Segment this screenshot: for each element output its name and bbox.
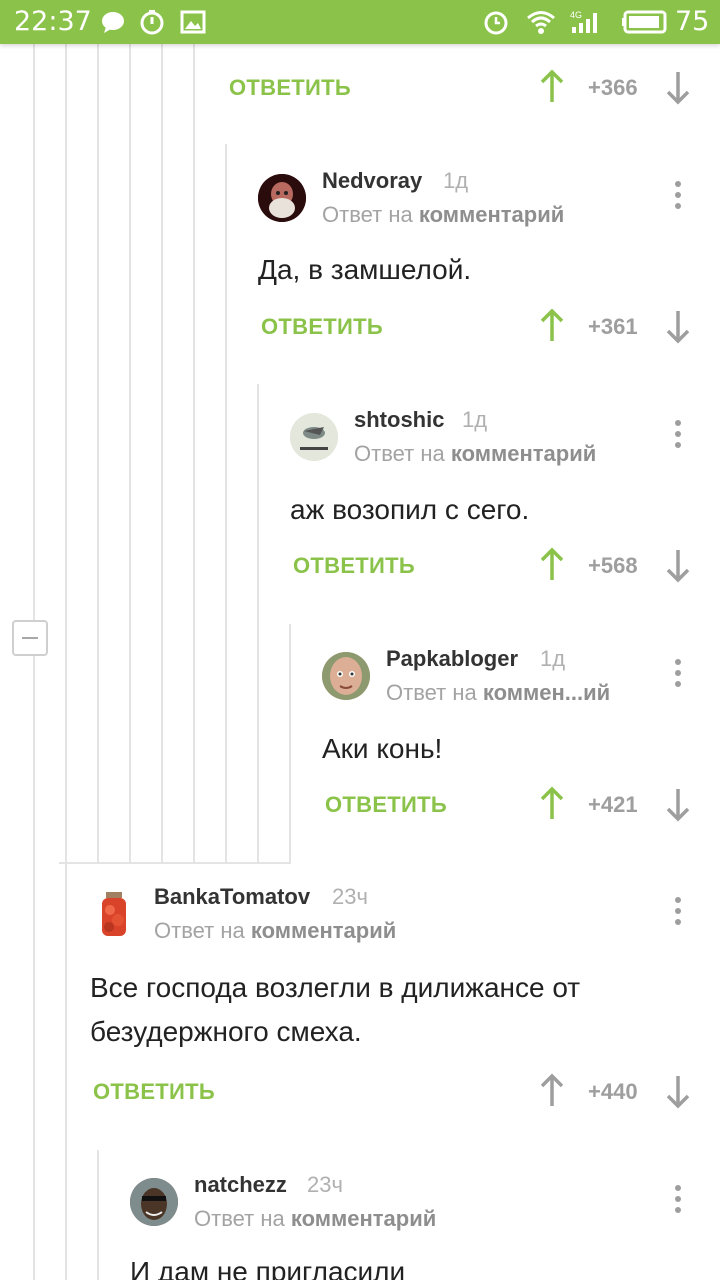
thread-line — [257, 384, 259, 862]
vote-score: +440 — [588, 1079, 638, 1104]
username[interactable]: Nedvoray — [322, 168, 422, 194]
avatar[interactable] — [90, 890, 138, 938]
battery-percent: 75 — [675, 6, 710, 37]
more-options-icon[interactable] — [674, 897, 682, 931]
reply-to[interactable]: Ответ на коммен...ий — [386, 680, 610, 706]
username[interactable]: BankaTomatov — [154, 884, 310, 910]
upvote-icon[interactable] — [538, 69, 566, 105]
thread-line — [65, 1150, 67, 1280]
vote-score: +421 — [588, 792, 638, 817]
message-icon — [102, 12, 124, 33]
more-options-icon[interactable] — [674, 420, 682, 454]
thread-line — [193, 44, 195, 862]
comment-age: 1д — [462, 407, 488, 432]
thread-line — [65, 44, 67, 1280]
comment-text: Все господа возлегли в дилижансе от безу… — [90, 972, 581, 1047]
thread-line — [289, 624, 291, 862]
battery-icon — [622, 10, 667, 34]
collapse-thread-button[interactable] — [12, 620, 48, 656]
downvote-icon[interactable] — [664, 786, 692, 822]
image-icon — [180, 10, 206, 34]
vote-score: +366 — [588, 75, 638, 100]
reply-button[interactable]: ОТВЕТИТЬ — [325, 792, 447, 818]
avatar[interactable] — [322, 652, 370, 700]
thread-line — [97, 1150, 99, 1280]
more-options-icon[interactable] — [674, 659, 682, 693]
status-bar: 22:37 4G 75 — [0, 0, 720, 44]
comment-text: Аки конь! — [322, 733, 443, 764]
upvote-icon[interactable] — [538, 1073, 566, 1109]
more-options-icon[interactable] — [674, 181, 682, 215]
avatar[interactable] — [258, 174, 306, 222]
downvote-icon[interactable] — [664, 1073, 692, 1109]
avatar[interactable] — [130, 1178, 178, 1226]
reply-button[interactable]: ОТВЕТИТЬ — [229, 75, 351, 101]
timer-icon — [140, 10, 164, 35]
reply-button[interactable]: ОТВЕТИТЬ — [293, 553, 415, 579]
comments-thread[interactable]: ОТВЕТИТЬ +366 Nedvoray 1д Ответ на комме… — [0, 44, 720, 1280]
downvote-icon[interactable] — [664, 69, 692, 105]
reply-button[interactable]: ОТВЕТИТЬ — [261, 314, 383, 340]
thread-line — [129, 44, 131, 862]
comment-age: 1д — [540, 646, 566, 671]
comment-text: Да, в замшелой. — [258, 254, 472, 285]
thread-line — [161, 44, 163, 862]
username[interactable]: natchezz — [194, 1172, 287, 1198]
alarm-icon — [484, 11, 508, 35]
thread-line — [97, 44, 99, 862]
vote-score: +361 — [588, 314, 638, 339]
upvote-icon[interactable] — [538, 547, 566, 583]
signal-icon: 4G — [570, 10, 597, 33]
thread-line — [33, 44, 35, 1280]
comment-age: 1д — [443, 168, 469, 193]
network-type: 4G — [570, 10, 582, 20]
username[interactable]: shtoshic — [354, 407, 444, 433]
upvote-icon[interactable] — [538, 786, 566, 822]
avatar[interactable] — [290, 413, 338, 461]
vote-score: +568 — [588, 553, 638, 578]
comment-text: аж возопил с сего. — [290, 494, 530, 525]
downvote-icon[interactable] — [664, 547, 692, 583]
wifi-icon — [527, 11, 555, 34]
comment-age: 23ч — [307, 1172, 343, 1197]
comment-text: И дам не пригласили — [130, 1256, 406, 1280]
thread-line — [225, 144, 227, 862]
reply-to[interactable]: Ответ на комментарий — [322, 202, 564, 228]
more-options-icon[interactable] — [674, 1185, 682, 1219]
status-time: 22:37 — [14, 6, 92, 37]
downvote-icon[interactable] — [664, 308, 692, 344]
upvote-icon[interactable] — [538, 308, 566, 344]
username[interactable]: Papkabloger — [386, 646, 518, 672]
reply-button[interactable]: ОТВЕТИТЬ — [93, 1079, 215, 1105]
reply-to[interactable]: Ответ на комментарий — [354, 441, 596, 467]
reply-to[interactable]: Ответ на комментарий — [194, 1206, 436, 1232]
reply-to[interactable]: Ответ на комментарий — [154, 918, 396, 944]
comment-age: 23ч — [332, 884, 368, 909]
thread-divider — [59, 862, 291, 864]
